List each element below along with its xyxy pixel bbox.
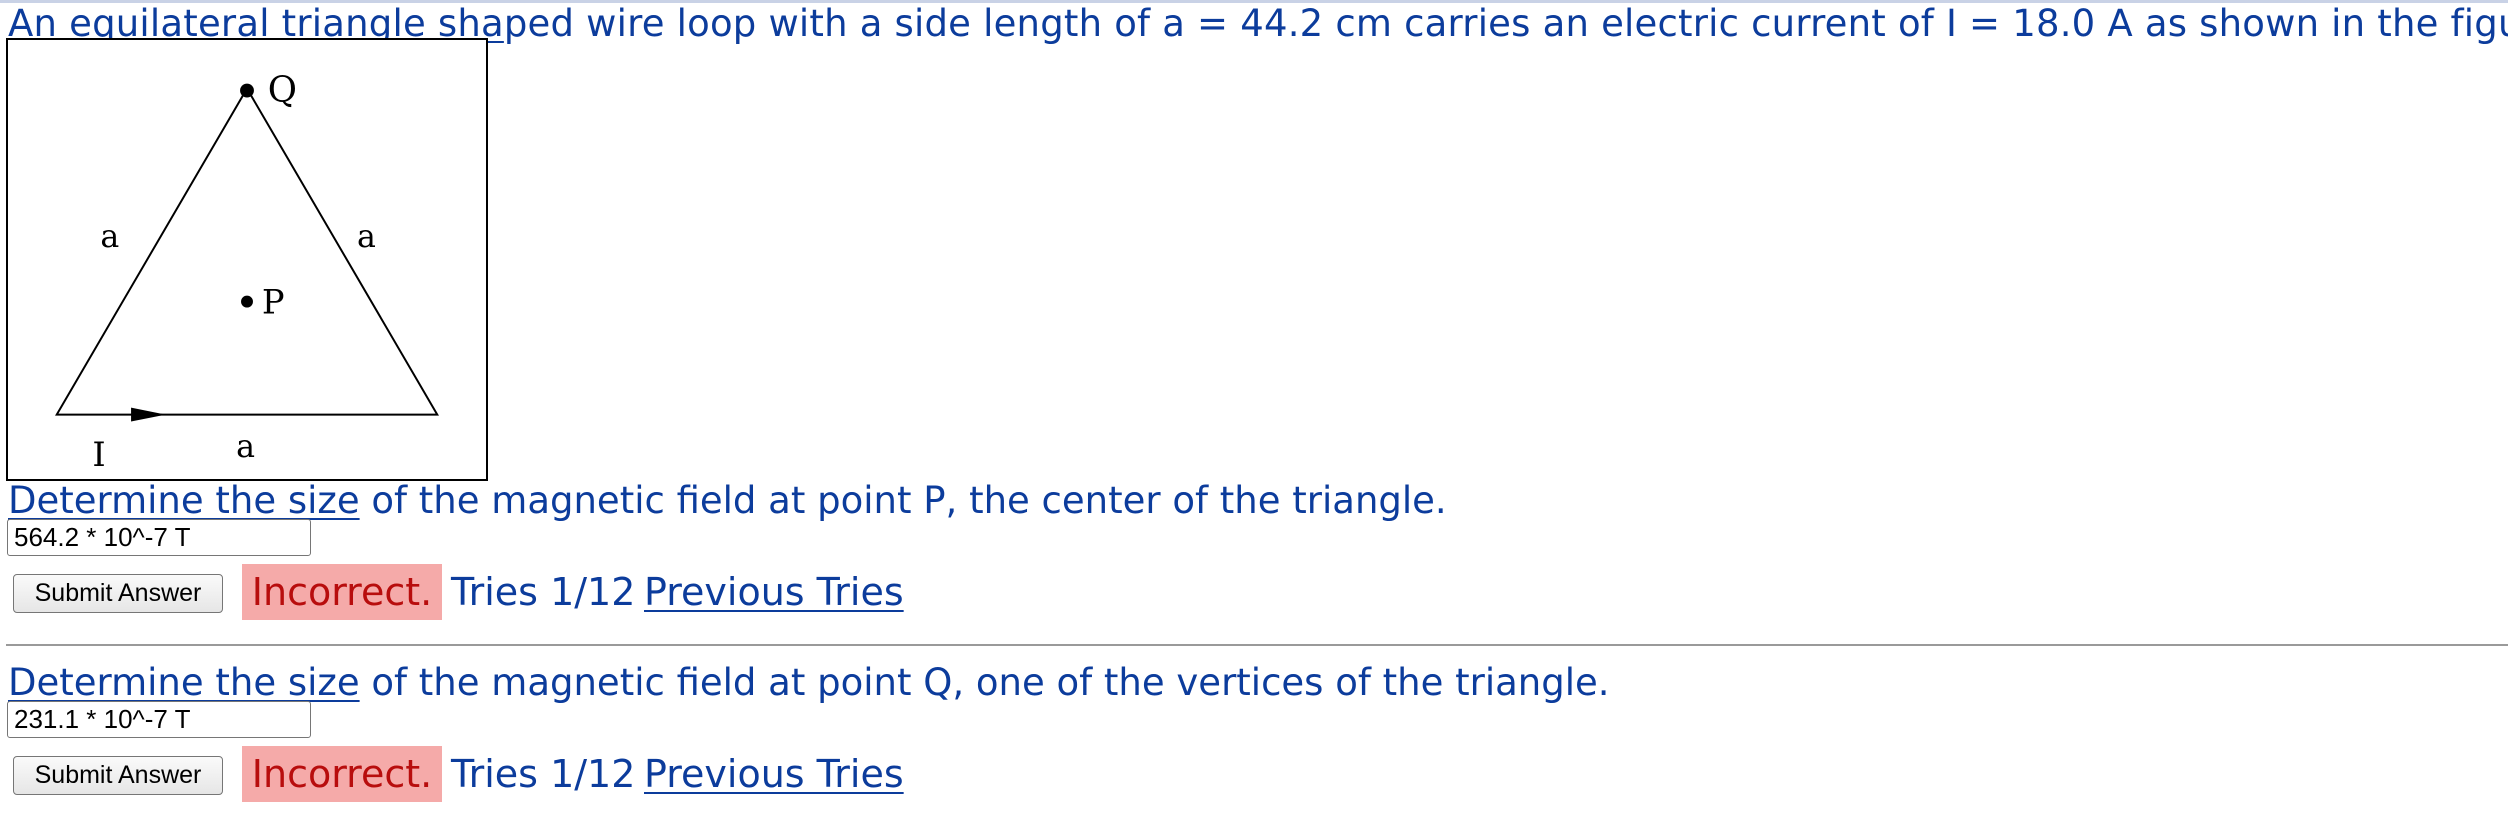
question-2-link[interactable]: Determine the size xyxy=(8,661,360,704)
answer-input-1[interactable] xyxy=(7,519,311,556)
status-badge-2: Incorrect. xyxy=(242,746,442,802)
status-badge-1: Incorrect. xyxy=(242,564,442,620)
question-2-rest: of the magnetic field at point Q, one of… xyxy=(359,661,1610,704)
question-1-link[interactable]: Determine the size xyxy=(8,479,360,522)
problem-statement-rest: ped wire loop with a side length of a = … xyxy=(503,2,2508,45)
label-side-left: a xyxy=(100,219,119,255)
vertex-q-dot xyxy=(240,83,254,98)
question-1: Determine the size of the magnetic field… xyxy=(8,479,1447,523)
tries-count-1: Tries 1/12 xyxy=(451,570,636,614)
center-p-dot xyxy=(241,295,253,308)
tries-count-2: Tries 1/12 xyxy=(451,752,636,796)
answer-input-2[interactable] xyxy=(7,701,311,738)
label-current: I xyxy=(92,435,105,474)
triangle-figure: Q P a a a I xyxy=(6,38,488,481)
label-p: P xyxy=(262,283,285,322)
triangle-diagram: Q P a a a I xyxy=(55,69,439,474)
label-side-bottom: a xyxy=(236,429,255,465)
submit-answer-button-2[interactable]: Submit Answer xyxy=(13,756,223,795)
current-arrow-icon xyxy=(131,407,166,422)
submit-answer-button-1[interactable]: Submit Answer xyxy=(13,574,223,613)
previous-tries-link-1[interactable]: Previous Tries xyxy=(644,564,904,620)
previous-tries-link-2[interactable]: Previous Tries xyxy=(644,746,904,802)
question-2: Determine the size of the magnetic field… xyxy=(8,661,1610,705)
divider xyxy=(6,644,2508,646)
label-q: Q xyxy=(268,69,297,110)
label-side-right: a xyxy=(357,219,376,255)
question-1-rest: of the magnetic field at point P, the ce… xyxy=(359,479,1447,522)
